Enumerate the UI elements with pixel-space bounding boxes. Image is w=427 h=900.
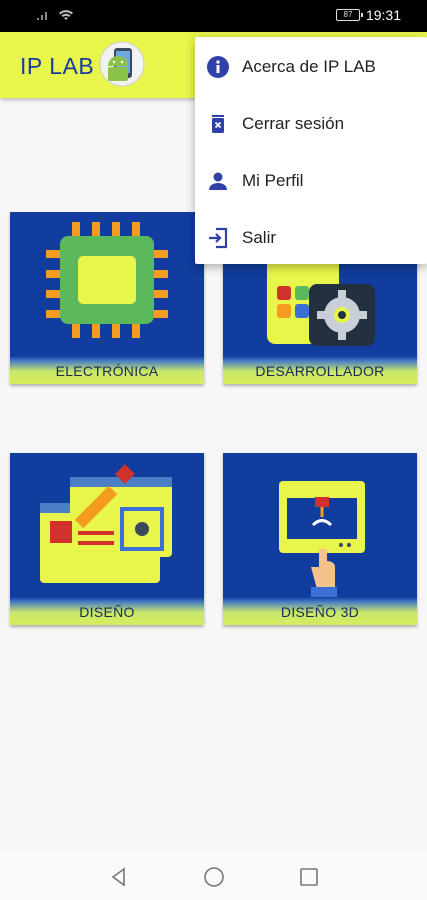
category-card-electronica[interactable]: ELECTRÓNICA [10, 212, 204, 384]
overflow-menu: Acerca de IP LAB Cerrar sesión Mi Perfil… [195, 37, 427, 264]
menu-item-salir[interactable]: Salir [195, 209, 427, 266]
delete-icon [212, 114, 224, 133]
home-icon[interactable] [203, 866, 225, 888]
3d-printer-icon [279, 481, 365, 597]
category-label: DESARROLLADOR [223, 356, 417, 384]
recents-icon[interactable] [298, 866, 320, 888]
back-icon[interactable] [108, 866, 130, 888]
design-icon [40, 464, 172, 583]
chip-icon [46, 222, 168, 338]
exit-icon [209, 227, 228, 248]
category-card-diseno-3d[interactable]: DISEÑO 3D [223, 453, 417, 625]
info-icon [207, 55, 229, 78]
menu-item-label: Cerrar sesión [242, 113, 345, 133]
menu-item-acerca[interactable]: Acerca de IP LAB [195, 38, 427, 95]
menu-item-label: Salir [242, 227, 277, 247]
navigation-bar [0, 852, 427, 900]
category-label: DISEÑO 3D [223, 597, 417, 625]
app-title: IP LAB [20, 53, 95, 79]
category-label: DISEÑO [10, 597, 204, 625]
status-bar: 87 19:31 [0, 0, 427, 32]
menu-item-label: Mi Perfil [242, 170, 304, 190]
person-icon [209, 172, 227, 190]
menu-item-mi-perfil[interactable]: Mi Perfil [195, 152, 427, 209]
menu-item-label: Acerca de IP LAB [242, 56, 376, 76]
wifi-icon [59, 10, 73, 20]
android-logo-icon [99, 41, 145, 87]
clock: 19:31 [365, 7, 401, 23]
category-card-diseno[interactable]: DISEÑO [10, 453, 204, 625]
battery-icon: 87 [335, 9, 363, 21]
category-label: ELECTRÓNICA [10, 356, 204, 384]
signal-icon [37, 12, 47, 20]
menu-item-cerrar-sesion[interactable]: Cerrar sesión [195, 95, 427, 152]
